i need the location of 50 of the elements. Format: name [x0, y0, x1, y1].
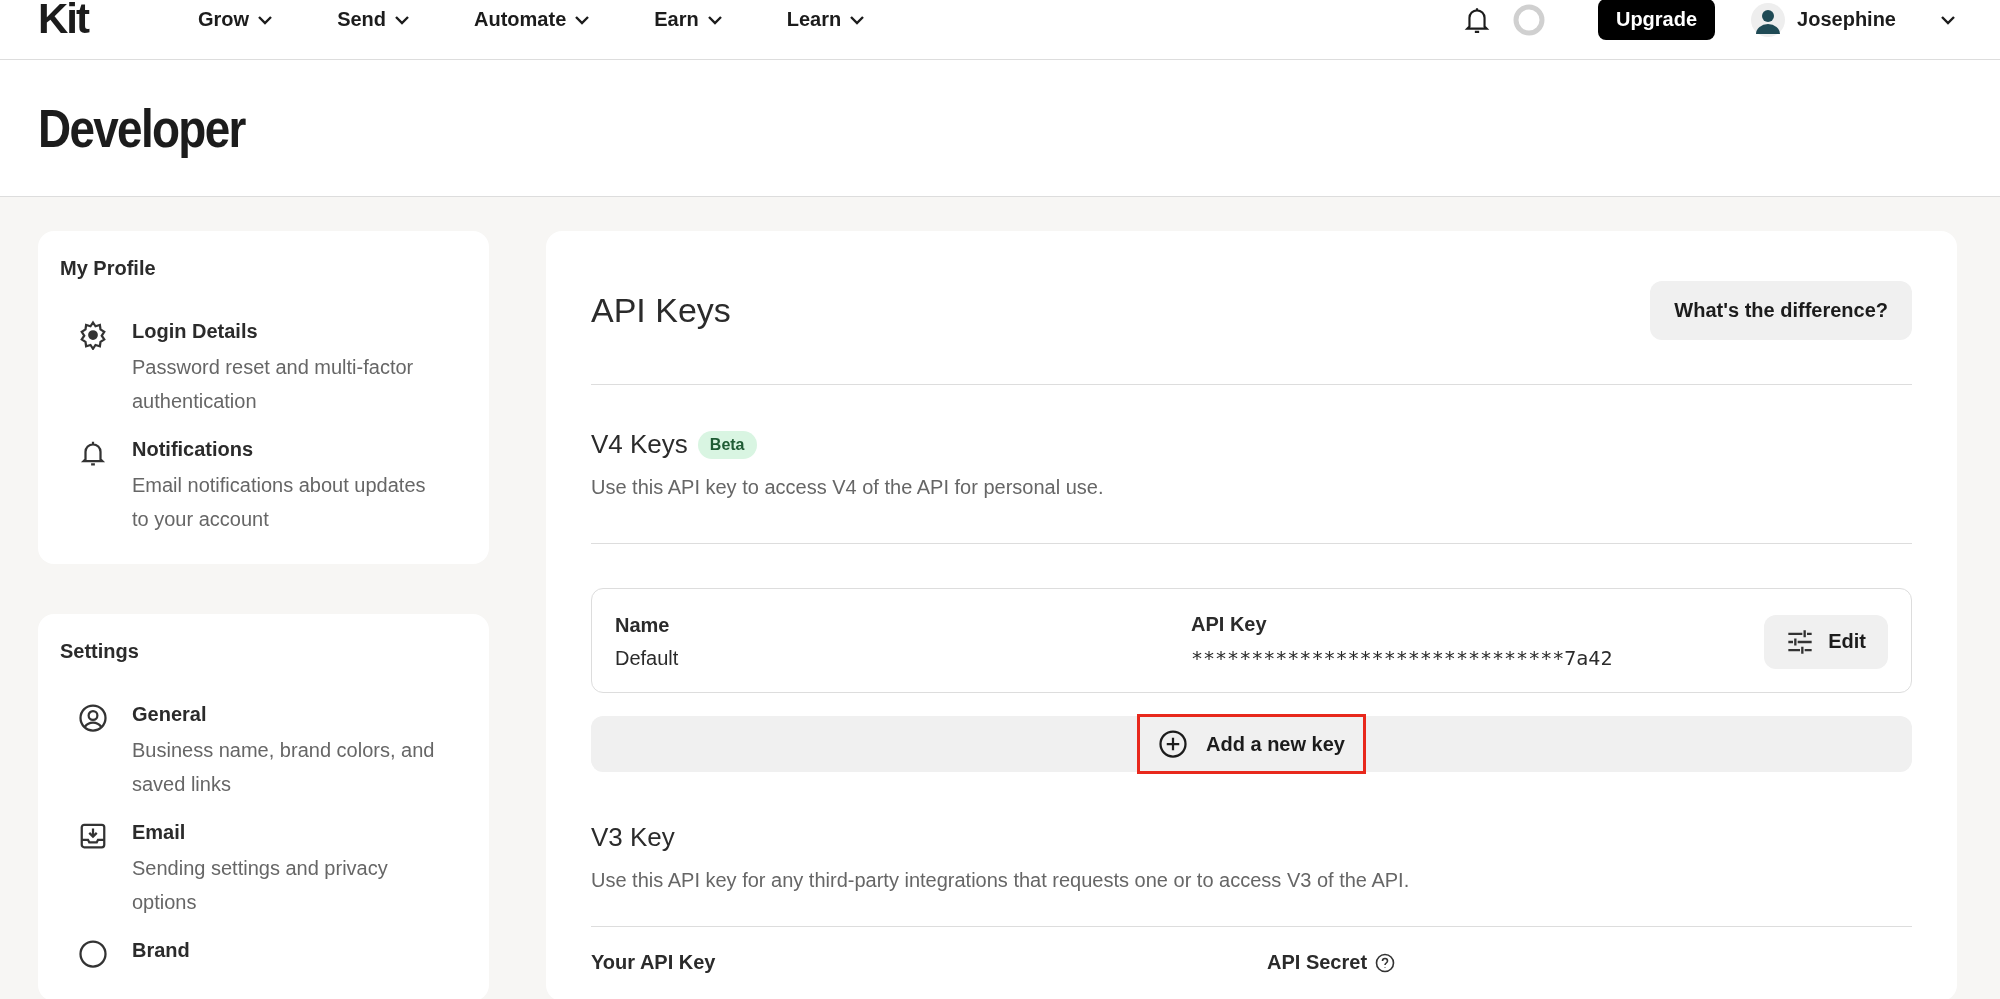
user-circle-icon — [78, 703, 108, 733]
upgrade-button[interactable]: Upgrade — [1597, 0, 1716, 40]
help-icon[interactable] — [1375, 952, 1396, 973]
user-menu[interactable]: Josephine — [1745, 1, 1962, 38]
bell-icon[interactable] — [1463, 5, 1490, 34]
field-label: Your API Key — [591, 951, 717, 974]
section-description: Use this API key to access V4 of the API for personal use. — [591, 476, 1105, 499]
edit-button[interactable]: Edit — [1764, 614, 1888, 669]
section-description: Use this API key for any third-party integrations that requests one or to access V3 of the API. — [591, 869, 1411, 892]
plus-circle-icon — [1158, 729, 1189, 759]
section-title: V4 Keys — [591, 429, 688, 460]
settings-link[interactable]: General — [132, 703, 447, 726]
caret-icon — [706, 14, 723, 25]
section-heading: My Profile — [60, 257, 157, 280]
item-description: Sending settings and privacy options — [132, 856, 389, 915]
settings-link[interactable]: Email — [132, 821, 447, 844]
nav-menu[interactable]: Learn — [786, 8, 866, 31]
column-heading: Name — [615, 613, 671, 637]
nav-menu[interactable]: Grow — [198, 8, 274, 31]
section-title: V3 Key — [591, 822, 676, 853]
item-description: Email notifications about updates to your account — [132, 473, 427, 532]
page-title: Developer — [38, 97, 245, 159]
nav-menu[interactable]: Send — [337, 8, 411, 31]
field-label: API Secret — [1267, 951, 1396, 974]
caret-icon — [257, 14, 274, 25]
item-description: Password reset and multi-factor authentication — [132, 355, 415, 414]
nav-menu[interactable]: Earn — [654, 8, 723, 31]
section-title: API Keys — [591, 291, 731, 330]
difference-button[interactable]: What's the difference? — [1650, 281, 1912, 340]
caret-icon — [394, 14, 411, 25]
settings-link[interactable]: Notifications — [132, 438, 447, 461]
caret-icon — [1940, 14, 1956, 25]
settings-link[interactable]: Login Details — [132, 320, 447, 343]
nav-menu[interactable]: Automate — [474, 8, 591, 31]
masked-api-key: *******************************7a42 — [1191, 646, 1691, 670]
item-description: Business name, brand colors, and saved links — [132, 738, 436, 797]
section-heading: Settings — [60, 640, 140, 663]
beta-badge: Beta — [697, 430, 757, 459]
loading-ring-icon — [1511, 2, 1546, 37]
avatar-icon — [1751, 2, 1786, 37]
settings-link[interactable]: Brand — [132, 939, 190, 962]
caret-icon — [574, 14, 591, 25]
key-name: Default — [615, 646, 680, 670]
sliders-icon — [1786, 628, 1815, 655]
column-heading: API Key — [1191, 613, 1268, 636]
logo[interactable]: Kit — [38, 0, 198, 43]
gear-icon — [78, 320, 108, 350]
caret-icon — [849, 14, 866, 25]
inbox-download-icon — [78, 821, 108, 851]
add-key-button[interactable]: Add a new key — [1137, 714, 1366, 774]
